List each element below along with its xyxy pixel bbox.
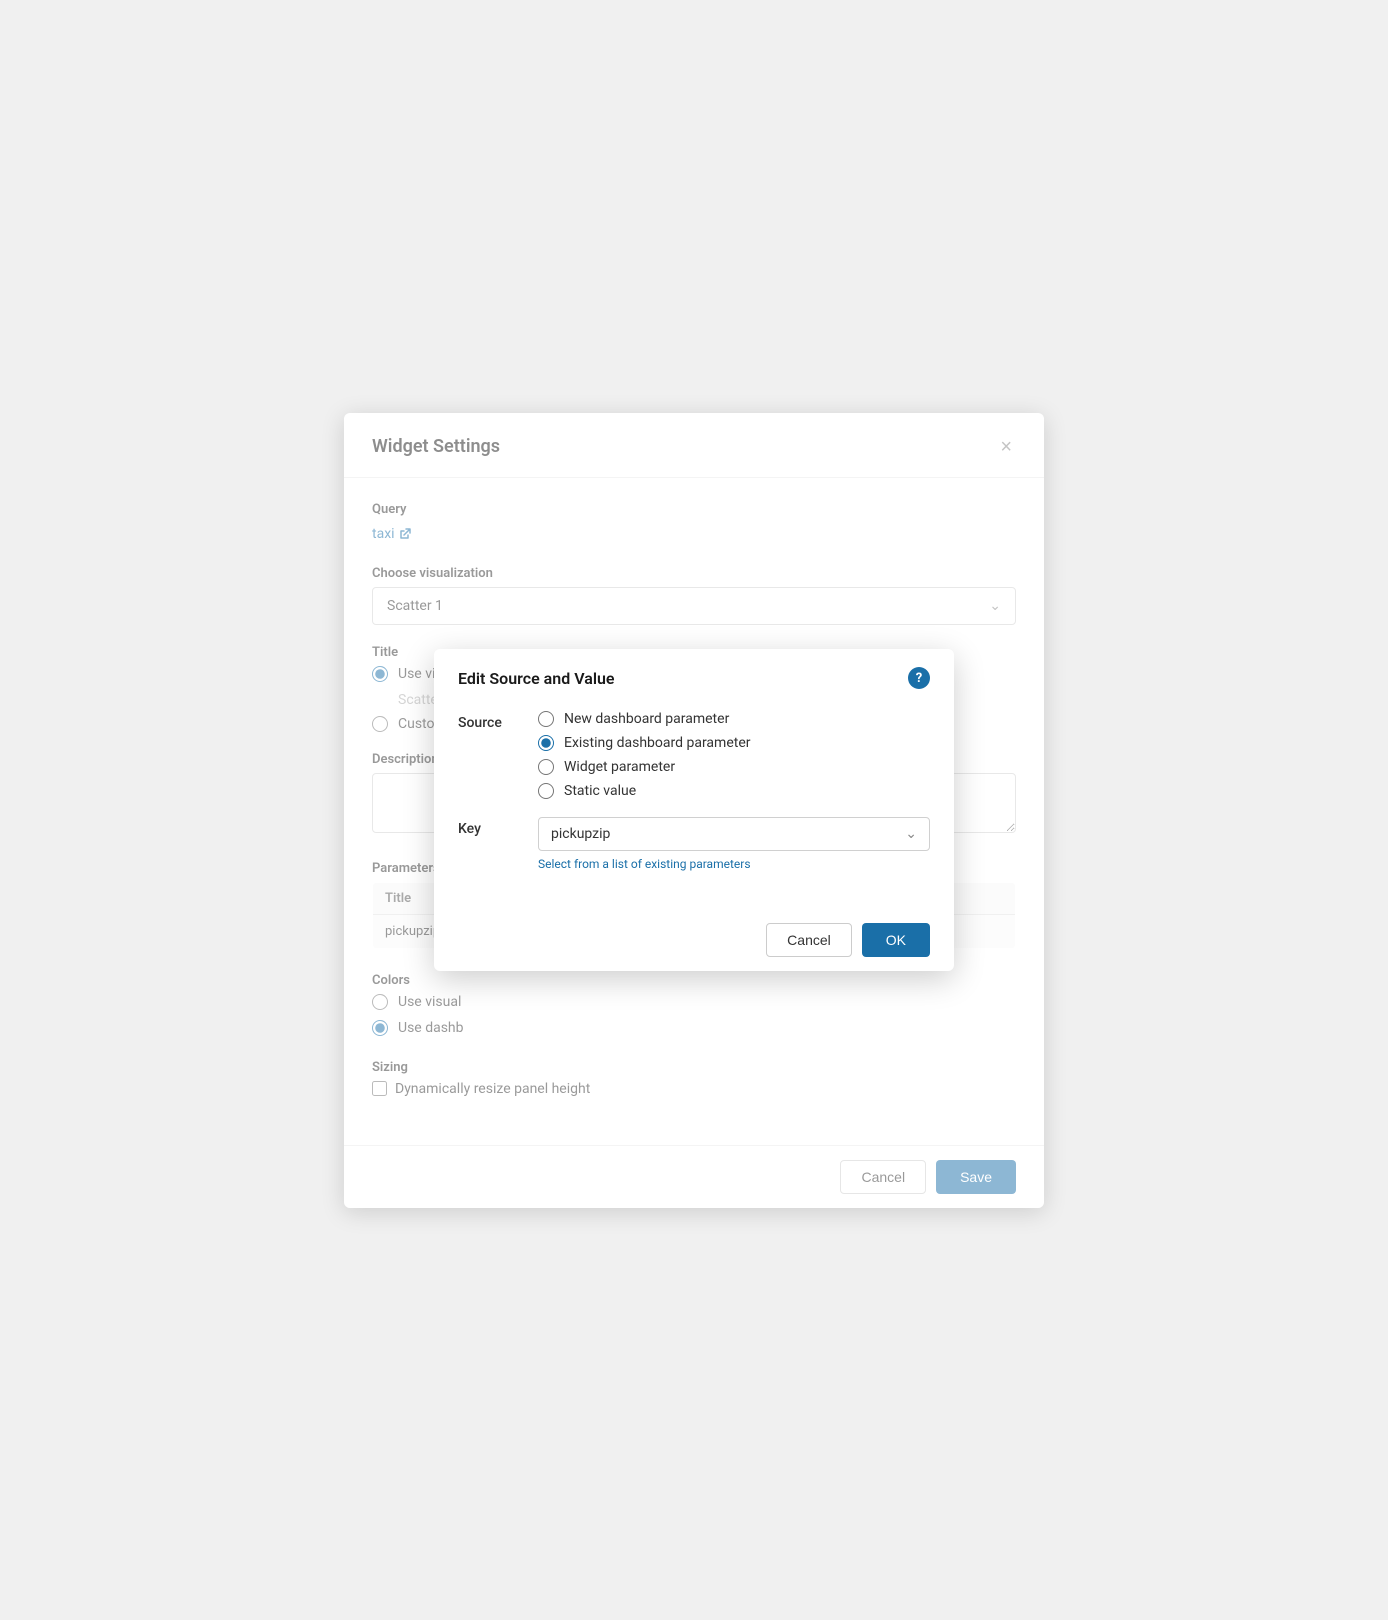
- sub-dialog-title: Edit Source and Value: [458, 669, 615, 688]
- sub-ok-button[interactable]: OK: [862, 923, 930, 957]
- sub-dialog-header: Edit Source and Value ?: [434, 649, 954, 703]
- source-label: Source: [458, 711, 538, 731]
- source-option-static-value[interactable]: Static value: [538, 783, 930, 799]
- key-label: Key: [458, 817, 538, 837]
- source-label-widget-parameter: Widget parameter: [564, 759, 675, 775]
- help-icon[interactable]: ?: [908, 667, 930, 689]
- key-chevron-icon: ⌄: [905, 826, 917, 842]
- key-content: pickupzip ⌄ Select from a list of existi…: [538, 817, 930, 871]
- key-row: Key pickupzip ⌄ Select from a list of ex…: [458, 817, 930, 871]
- source-row: Source New dashboard parameter Existing …: [458, 711, 930, 799]
- sub-cancel-button[interactable]: Cancel: [766, 923, 852, 957]
- key-hint: Select from a list of existing parameter…: [538, 857, 930, 871]
- source-option-existing-dashboard[interactable]: Existing dashboard parameter: [538, 735, 930, 751]
- main-dialog: Widget Settings × Query taxi Choose visu…: [344, 413, 1044, 1208]
- source-radio-existing-dashboard[interactable]: [538, 735, 554, 751]
- source-label-new-dashboard: New dashboard parameter: [564, 711, 729, 727]
- key-value: pickupzip: [551, 826, 610, 842]
- key-dropdown[interactable]: pickupzip ⌄: [538, 817, 930, 851]
- source-radio-widget-parameter[interactable]: [538, 759, 554, 775]
- source-radio-static-value[interactable]: [538, 783, 554, 799]
- source-options: New dashboard parameter Existing dashboa…: [538, 711, 930, 799]
- source-option-new-dashboard[interactable]: New dashboard parameter: [538, 711, 930, 727]
- sub-dialog: Edit Source and Value ? Source New dashb…: [434, 649, 954, 971]
- source-radio-new-dashboard[interactable]: [538, 711, 554, 727]
- sub-dialog-overlay: Edit Source and Value ? Source New dashb…: [344, 413, 1044, 1208]
- sub-dialog-footer: Cancel OK: [434, 909, 954, 971]
- source-option-widget-parameter[interactable]: Widget parameter: [538, 759, 930, 775]
- sub-dialog-body: Source New dashboard parameter Existing …: [434, 703, 954, 909]
- source-label-static-value: Static value: [564, 783, 636, 799]
- source-label-existing-dashboard: Existing dashboard parameter: [564, 735, 750, 751]
